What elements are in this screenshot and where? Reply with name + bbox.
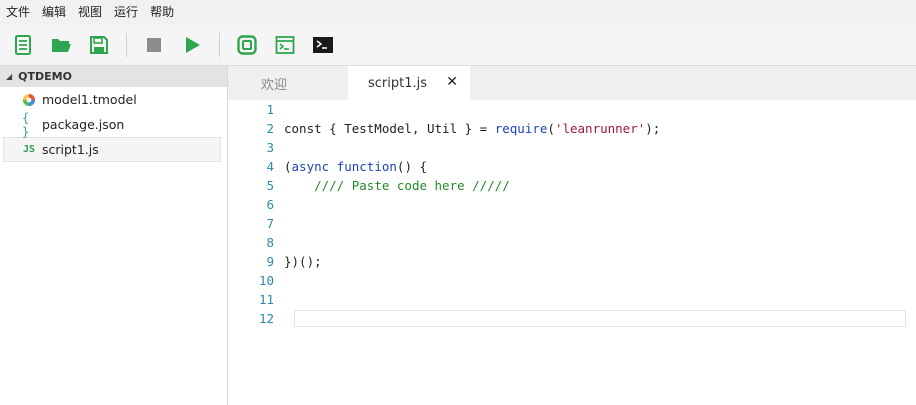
- open-folder-button[interactable]: [48, 32, 74, 58]
- js-icon: JS: [22, 144, 36, 155]
- line-number: 10: [258, 273, 274, 288]
- line-number: 7: [266, 216, 274, 231]
- new-file-icon: [15, 35, 31, 55]
- console-window-icon: [275, 36, 295, 54]
- line-number: 12: [258, 311, 274, 326]
- code-line: 11: [228, 290, 916, 309]
- file-item-script1-js[interactable]: JS script1.js: [3, 137, 221, 162]
- record-icon: [237, 35, 257, 55]
- line-number: 9: [266, 254, 274, 269]
- project-explorer: ◢ QTDEMO model1.tmodel { } package.json …: [0, 66, 228, 405]
- menu-bar: 文件 编辑 视图 运行 帮助: [0, 0, 916, 25]
- code-text: (async function() {: [284, 159, 428, 174]
- code-line: 7: [228, 214, 916, 233]
- code-line: 9 })();: [228, 252, 916, 271]
- menu-edit[interactable]: 编辑: [36, 0, 72, 25]
- file-name: package.json: [42, 117, 125, 132]
- toolbar-separator: [126, 33, 127, 57]
- code-line: 5 //// Paste code here /////: [228, 176, 916, 195]
- file-item-package-json[interactable]: { } package.json: [0, 110, 227, 139]
- line-number: 6: [266, 197, 274, 212]
- save-button[interactable]: [86, 32, 112, 58]
- file-name: script1.js: [42, 142, 99, 157]
- file-name: model1.tmodel: [42, 92, 137, 107]
- tab-script1-js[interactable]: script1.js ✕: [348, 66, 470, 100]
- json-icon: { }: [22, 110, 30, 139]
- save-icon: [90, 36, 108, 54]
- console-window-button[interactable]: [272, 32, 298, 58]
- code-line: 6: [228, 195, 916, 214]
- line-number: 3: [266, 140, 274, 155]
- model-icon: [22, 93, 36, 107]
- current-line-highlight: [294, 310, 906, 327]
- line-number: 2: [266, 121, 274, 136]
- menu-file[interactable]: 文件: [0, 0, 36, 25]
- toolbar: [0, 25, 916, 66]
- line-number: 5: [266, 178, 274, 193]
- menu-view[interactable]: 视图: [72, 0, 108, 25]
- tab-label: 欢迎: [261, 77, 288, 93]
- terminal-button[interactable]: [310, 32, 336, 58]
- code-line: 1: [228, 100, 916, 119]
- code-line: 10: [228, 271, 916, 290]
- record-button[interactable]: [234, 32, 260, 58]
- code-line: 8: [228, 233, 916, 252]
- editor-tab-bar: 欢迎 script1.js ✕: [228, 66, 916, 100]
- terminal-icon: [313, 37, 333, 53]
- code-line: 3: [228, 138, 916, 157]
- file-item-model1[interactable]: model1.tmodel: [0, 87, 227, 112]
- tab-label: script1.js: [368, 75, 428, 91]
- code-text: })();: [284, 254, 322, 269]
- line-number: 4: [266, 159, 274, 174]
- code-text: //// Paste code here /////: [314, 178, 510, 193]
- toolbar-separator: [219, 33, 220, 57]
- menu-run[interactable]: 运行: [108, 0, 144, 25]
- collapse-caret-icon[interactable]: ◢: [6, 72, 12, 81]
- new-file-button[interactable]: [10, 32, 36, 58]
- run-icon: [186, 37, 200, 53]
- stop-icon: [147, 38, 161, 52]
- project-name: QTDEMO: [18, 70, 72, 83]
- code-line: 2 const { TestModel, Util } = require('l…: [228, 119, 916, 138]
- close-icon[interactable]: ✕: [446, 74, 458, 90]
- line-number: 1: [266, 102, 274, 117]
- run-button[interactable]: [179, 32, 205, 58]
- stop-button[interactable]: [141, 32, 167, 58]
- code-editor[interactable]: 1 2 const { TestModel, Util } = require(…: [228, 100, 916, 405]
- menu-help[interactable]: 帮助: [144, 0, 180, 25]
- line-number: 11: [258, 292, 274, 307]
- open-folder-icon: [52, 39, 71, 52]
- tab-welcome[interactable]: 欢迎: [228, 66, 348, 100]
- code-text: const { TestModel, Util } = require('lea…: [284, 121, 661, 136]
- line-number: 8: [266, 235, 274, 250]
- project-header[interactable]: ◢ QTDEMO: [0, 66, 227, 87]
- code-line: 4 (async function() {: [228, 157, 916, 176]
